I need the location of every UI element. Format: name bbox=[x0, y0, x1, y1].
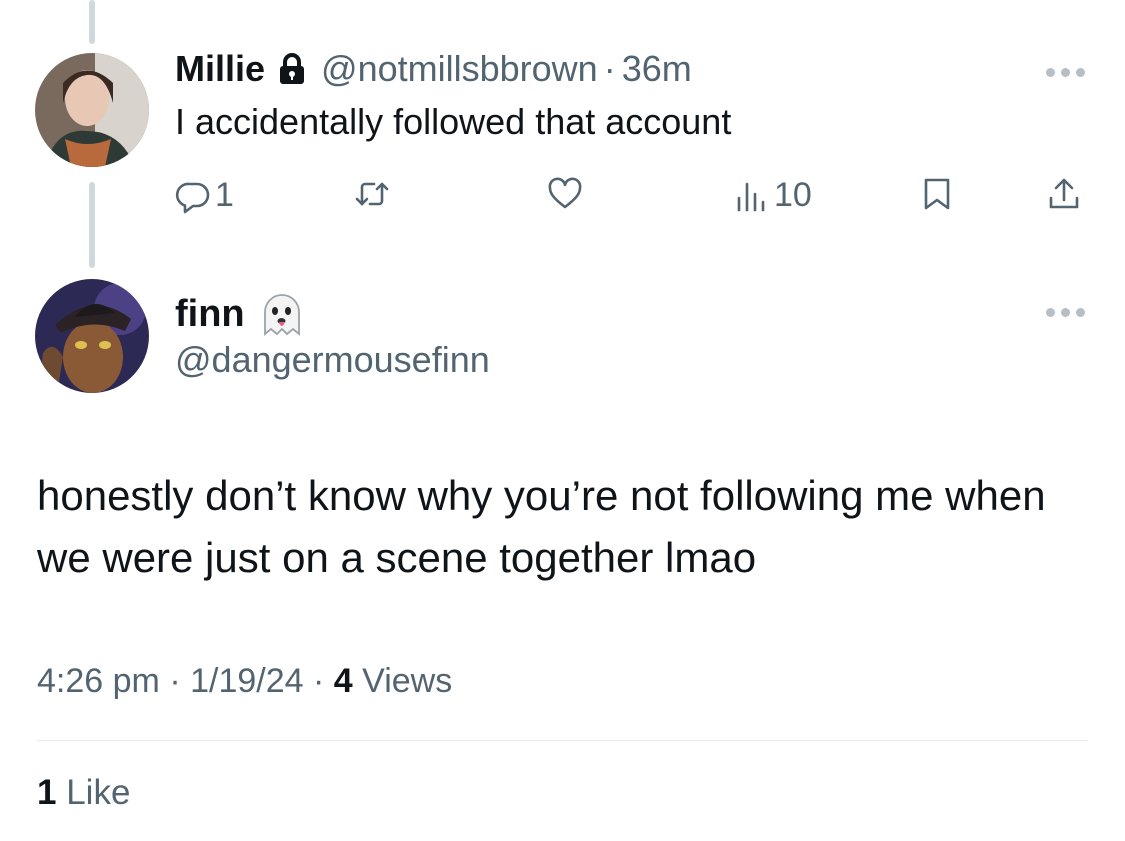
main-handle[interactable]: @dangermousefinn bbox=[175, 339, 490, 381]
views-chart-icon bbox=[737, 182, 765, 211]
reply-icon bbox=[175, 182, 210, 213]
more-dot bbox=[1076, 308, 1085, 317]
bookmark-button[interactable] bbox=[919, 176, 955, 212]
reply-text: I accidentally followed that account bbox=[175, 101, 732, 142]
more-dot bbox=[1061, 308, 1070, 317]
thread-line-connector bbox=[89, 182, 95, 268]
divider bbox=[37, 740, 1088, 741]
share-button[interactable] bbox=[1046, 176, 1082, 212]
lock-icon bbox=[280, 53, 305, 84]
reply-count: 1 bbox=[215, 176, 234, 214]
like-button[interactable] bbox=[547, 176, 587, 212]
meta-separator: · bbox=[313, 662, 325, 700]
ghost-emoji-icon bbox=[263, 294, 300, 336]
main-more-icon[interactable] bbox=[1046, 308, 1085, 317]
main-tweet-meta: 4:26 pm · 1/19/24 · 4 Views bbox=[37, 662, 452, 701]
likes-summary[interactable]: 1 Like bbox=[37, 773, 130, 813]
reply-author-row: Millie @notmillsbbrown · 36m bbox=[175, 48, 692, 90]
main-tweet-text: honestly don’t know why you’re not follo… bbox=[37, 472, 1046, 581]
more-dot bbox=[1076, 68, 1085, 77]
main-time[interactable]: 4:26 pm bbox=[37, 662, 160, 700]
heart-icon bbox=[548, 177, 582, 209]
reply-separator: · bbox=[603, 48, 616, 89]
retweet-button[interactable] bbox=[354, 176, 394, 212]
retweet-icon bbox=[355, 182, 389, 206]
main-display-name[interactable]: finn bbox=[175, 293, 245, 336]
avatar-millie-image bbox=[35, 53, 149, 167]
likes-count: 1 bbox=[37, 773, 57, 812]
more-dot bbox=[1061, 68, 1070, 77]
thread-line-top bbox=[89, 0, 95, 44]
share-icon bbox=[1049, 178, 1079, 209]
main-views-label: Views bbox=[362, 662, 453, 700]
reply-time[interactable]: 36m bbox=[622, 48, 692, 90]
avatar-finn-image bbox=[35, 279, 149, 393]
avatar-millie[interactable] bbox=[35, 53, 149, 167]
reply-button[interactable]: 1 bbox=[175, 176, 234, 215]
bookmark-icon bbox=[924, 178, 950, 210]
views-button[interactable]: 10 bbox=[734, 176, 812, 215]
avatar-finn[interactable] bbox=[35, 279, 149, 393]
more-dot bbox=[1046, 308, 1055, 317]
reply-display-name[interactable]: Millie bbox=[175, 48, 265, 90]
main-views-count: 4 bbox=[333, 662, 353, 700]
main-author-row: finn bbox=[175, 290, 307, 338]
more-dot bbox=[1046, 68, 1055, 77]
views-count: 10 bbox=[774, 176, 812, 214]
reply-handle[interactable]: @notmillsbbrown bbox=[321, 48, 598, 90]
meta-separator: · bbox=[169, 662, 181, 700]
reply-more-icon[interactable] bbox=[1046, 68, 1085, 77]
likes-label: Like bbox=[66, 773, 131, 812]
main-date[interactable]: 1/19/24 bbox=[190, 662, 303, 700]
